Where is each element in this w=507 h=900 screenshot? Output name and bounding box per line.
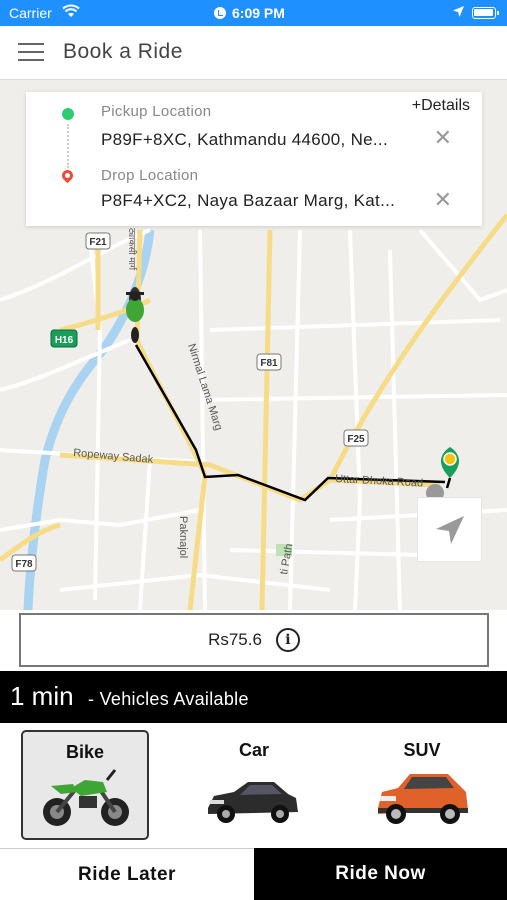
- road-shield-f78: F78: [11, 554, 37, 572]
- page-title: Book a Ride: [63, 40, 183, 63]
- hamburger-menu-icon[interactable]: [18, 42, 44, 62]
- clear-pickup-button[interactable]: ✕: [434, 127, 452, 149]
- fare-estimate-button[interactable]: Rs75.6 i: [19, 613, 489, 667]
- location-card: +Details Pickup Location P89F+8XC, Kathm…: [26, 92, 482, 226]
- route-connector: [67, 124, 69, 168]
- navigation-arrow-icon: [436, 516, 464, 544]
- car-icon: [208, 782, 298, 823]
- availability-bar: 1 min - Vehicles Available: [0, 671, 507, 723]
- road-shield-f21: F21: [85, 232, 111, 250]
- svg-text:F78: F78: [15, 559, 33, 570]
- svg-text:F25: F25: [347, 434, 365, 445]
- svg-text:H16: H16: [55, 335, 74, 346]
- availability-text: - Vehicles Available: [88, 689, 249, 709]
- clear-drop-button[interactable]: ✕: [434, 189, 452, 211]
- wifi-icon: [62, 4, 80, 21]
- pickup-label: Pickup Location: [101, 103, 212, 120]
- info-icon: i: [275, 628, 300, 652]
- recenter-location-button[interactable]: [417, 497, 482, 562]
- svg-text:F81: F81: [260, 358, 278, 369]
- vehicle-name: Car: [238, 740, 269, 760]
- ride-later-button[interactable]: Ride Later: [0, 848, 254, 900]
- location-arrow-icon: [452, 5, 465, 21]
- alarm-icon: [214, 7, 226, 19]
- road-label-vertical: ट्याकसी मार्ग: [127, 228, 138, 271]
- road-label-paknajol: Paknajol: [177, 516, 189, 558]
- road-label-ropeway: Ropeway Sadak: [73, 447, 154, 466]
- vehicle-option-bike[interactable]: Bike: [21, 730, 149, 840]
- status-time: 6:09 PM: [232, 5, 285, 21]
- details-link[interactable]: +Details: [412, 97, 470, 115]
- road-shield-f25: F25: [343, 429, 369, 447]
- bike-icon: [43, 769, 129, 826]
- vehicle-name: Bike: [65, 742, 105, 762]
- pickup-location-field[interactable]: P89F+8XC, Kathmandu 44600, Ne...: [101, 130, 421, 150]
- drop-label: Drop Location: [101, 167, 199, 184]
- road-label-nirmal: Nirmal Lama Marg: [185, 342, 224, 432]
- suv-icon: [378, 774, 468, 824]
- drop-pin-icon: [59, 167, 76, 184]
- road-label-uttar: Uttar Dhoka Road: [335, 473, 424, 490]
- battery-icon: [472, 7, 499, 19]
- eta-value: 1 min: [10, 681, 74, 711]
- svg-text:F21: F21: [89, 237, 107, 248]
- status-bar: Carrier 6:09 PM: [0, 0, 507, 26]
- vehicle-name: SUV: [403, 740, 441, 760]
- drop-location-field[interactable]: P8F4+XC2, Naya Bazaar Marg, Kat...: [101, 191, 421, 211]
- ride-now-button[interactable]: Ride Now: [254, 848, 507, 900]
- destination-pin-icon: [426, 447, 459, 502]
- road-shield-h16: H16: [50, 329, 78, 348]
- carrier-label: Carrier: [9, 5, 52, 21]
- vehicle-option-suv[interactable]: SUV: [358, 730, 486, 840]
- road-shield-f81: F81: [256, 353, 282, 371]
- fare-amount: Rs75.6: [208, 630, 262, 649]
- pickup-dot-icon: [62, 108, 74, 120]
- navbar: Book a Ride: [0, 26, 507, 80]
- vehicle-option-car[interactable]: Car: [190, 730, 318, 840]
